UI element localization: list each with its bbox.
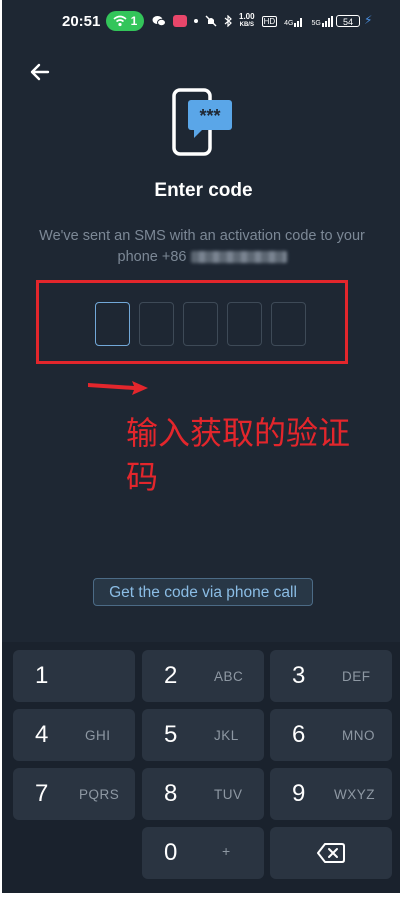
- app-notification-icon: [173, 15, 187, 27]
- code-digit-box[interactable]: [95, 302, 130, 346]
- key-digit: 1: [35, 662, 49, 689]
- annotation-arrow-icon: [88, 381, 148, 395]
- signal-bars-icon: [294, 17, 303, 27]
- signal-bars-icon: [321, 15, 333, 27]
- battery-icon: 54: [336, 15, 360, 27]
- mute-bell-icon: [205, 15, 217, 27]
- code-digit-box[interactable]: [183, 302, 218, 346]
- backspace-icon: [317, 843, 345, 863]
- key-digit: 5: [164, 721, 178, 748]
- code-digit-box[interactable]: [139, 302, 174, 346]
- key-letters: DEF: [342, 669, 371, 684]
- page-title: Enter code: [154, 180, 253, 201]
- key-letters: GHI: [85, 728, 111, 743]
- key-letters: MNO: [342, 728, 375, 743]
- backspace-key[interactable]: [270, 827, 392, 879]
- key-digit: 8: [164, 780, 178, 807]
- charging-bolt-icon: ⚡: [364, 13, 373, 27]
- sms-phone-icon: ***: [172, 88, 232, 156]
- network-speed: 1.00 KB/S: [239, 13, 255, 29]
- hd-voice-icon: HD: [261, 15, 278, 27]
- phone-prefix: +86: [161, 249, 187, 265]
- code-digit-box[interactable]: [271, 302, 306, 346]
- key-digit: 9: [292, 780, 306, 807]
- status-bar: 20:51 1 1.00 KB/S HD 4G 5G 54 ⚡: [2, 0, 400, 44]
- key-digit: 0: [164, 839, 178, 866]
- key-digit: 3: [292, 662, 306, 689]
- key-4[interactable]: 4 GHI: [13, 709, 135, 761]
- key-8[interactable]: 8 TUV: [142, 768, 264, 820]
- key-letters: JKL: [214, 728, 239, 743]
- wifi-hotspot-icon: [113, 15, 127, 27]
- key-letters: +: [222, 843, 231, 859]
- speed-value: 1.00: [239, 12, 255, 21]
- key-9[interactable]: 9 WXYZ: [270, 768, 392, 820]
- hotspot-count: 1: [130, 14, 138, 28]
- key-letters: ABC: [214, 669, 244, 684]
- hotspot-badge: 1: [106, 11, 144, 31]
- back-arrow-icon[interactable]: [26, 58, 54, 86]
- bluetooth-icon: [224, 15, 232, 27]
- key-0[interactable]: 0 +: [142, 827, 264, 879]
- wechat-icon: [152, 16, 166, 27]
- key-5[interactable]: 5 JKL: [142, 709, 264, 761]
- annotation-text: 输入获取的验证码: [126, 415, 351, 495]
- key-digit: 2: [164, 662, 178, 689]
- blurred-phone-number: [190, 251, 287, 264]
- sms-description: We've sent an SMS with an activation cod…: [22, 226, 382, 268]
- signal-5g: 5G: [311, 15, 333, 27]
- speed-unit: KB/S: [239, 22, 254, 28]
- notification-dot-icon: [194, 19, 198, 23]
- phone-call-button[interactable]: Get the code via phone call: [93, 578, 313, 606]
- key-letters: WXYZ: [334, 787, 375, 802]
- phone-screen: 20:51 1 1.00 KB/S HD 4G 5G 54 ⚡ *** Ente…: [2, 0, 400, 893]
- key-3[interactable]: 3 DEF: [270, 650, 392, 702]
- key-1[interactable]: 1: [13, 650, 135, 702]
- key-6[interactable]: 6 MNO: [270, 709, 392, 761]
- signal-4g: 4G: [284, 16, 304, 27]
- key-2[interactable]: 2 ABC: [142, 650, 264, 702]
- key-digit: 4: [35, 721, 49, 748]
- svg-text:***: ***: [199, 106, 220, 126]
- key-letters: TUV: [214, 787, 243, 802]
- key-digit: 6: [292, 721, 306, 748]
- key-7[interactable]: 7 PQRS: [13, 768, 135, 820]
- status-icons: 1.00 KB/S HD 4G 5G: [152, 13, 334, 29]
- code-digit-box[interactable]: [227, 302, 262, 346]
- numeric-keypad: 1 2 ABC 3 DEF 4 GHI 5 JKL 6 MNO 7 PQRS 8…: [2, 642, 400, 893]
- code-input-row: [95, 302, 306, 346]
- key-letters: PQRS: [79, 787, 120, 802]
- status-time: 20:51: [62, 13, 101, 30]
- key-digit: 7: [35, 780, 49, 807]
